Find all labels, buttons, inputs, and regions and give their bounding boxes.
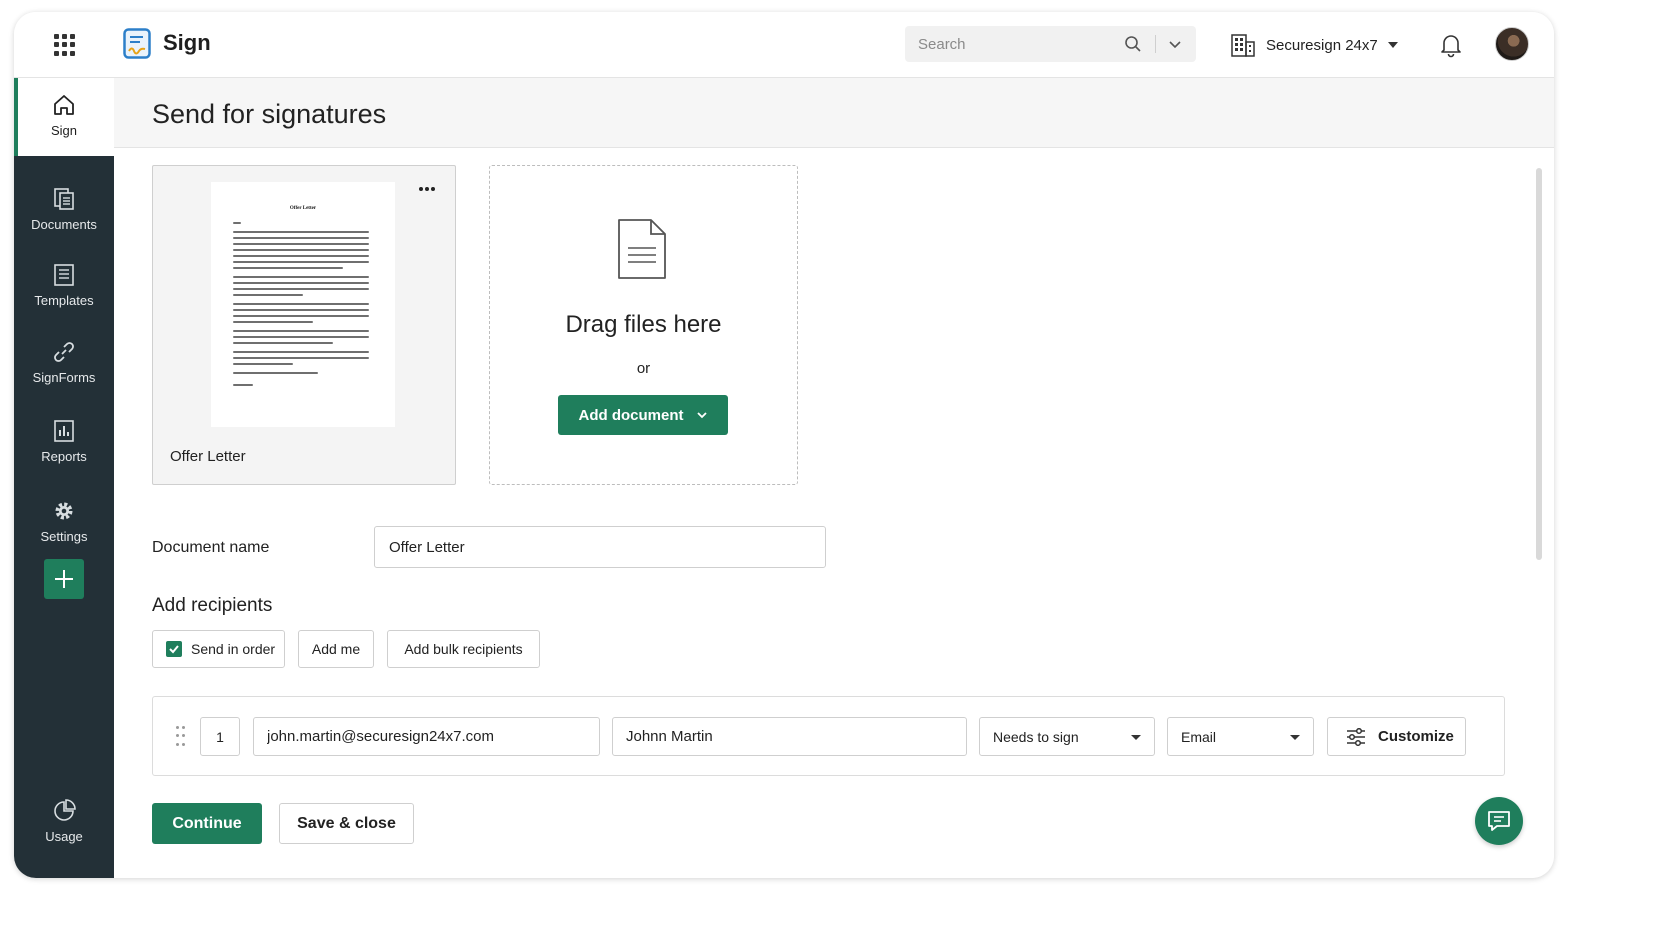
sidebar-item-sign[interactable]: Sign (14, 78, 114, 156)
file-dropzone[interactable]: Drag files here or Add document (489, 165, 798, 485)
chat-icon (1488, 811, 1510, 831)
add-me-button[interactable]: Add me (298, 630, 374, 668)
main-content: Send for signatures Offer Letter Offer L… (114, 78, 1554, 878)
sidebar-item-settings[interactable]: Settings (14, 484, 114, 554)
app-window: Sign Securesign 24x7 (14, 12, 1554, 878)
send-in-order-checkbox[interactable]: Send in order (152, 630, 285, 668)
link-icon (54, 342, 74, 362)
sign-logo-icon (123, 28, 151, 59)
save-and-close-button[interactable]: Save & close (279, 803, 414, 844)
recipient-order-input[interactable] (200, 717, 240, 756)
templates-icon (54, 264, 74, 286)
sidebar-item-label: Settings (40, 529, 88, 544)
search-divider (1155, 35, 1156, 53)
thumbnail-title: Offer Letter (289, 206, 317, 211)
create-button[interactable] (44, 559, 84, 599)
sidebar-item-label: Sign (50, 123, 78, 138)
document-name-label: Document name (152, 539, 270, 556)
plus-icon (55, 570, 73, 588)
recipient-email-input[interactable] (253, 717, 600, 756)
document-card[interactable]: Offer Letter Offer Letter (152, 165, 456, 485)
avatar[interactable] (1495, 27, 1529, 61)
top-bar: Sign Securesign 24x7 (14, 12, 1554, 78)
app-launcher-icon[interactable] (54, 34, 76, 56)
document-thumbnail: Offer Letter (211, 182, 395, 427)
page-header: Send for signatures (114, 78, 1554, 148)
add-document-button[interactable]: Add document (558, 395, 728, 435)
recipient-role-select[interactable]: Needs to sign (979, 717, 1155, 756)
org-switcher[interactable]: Securesign 24x7 (1230, 30, 1398, 60)
sidebar-item-label: Documents (31, 217, 97, 232)
add-document-label: Add document (578, 406, 684, 424)
search-bar (905, 26, 1196, 62)
caret-down-icon (1387, 42, 1398, 48)
recipient-role-value: Needs to sign (993, 728, 1079, 745)
add-bulk-recipients-button[interactable]: Add bulk recipients (387, 630, 540, 668)
recipient-name-input[interactable] (612, 717, 967, 756)
bell-icon[interactable] (1439, 32, 1463, 58)
sidebar-item-documents[interactable]: Documents (14, 172, 114, 242)
delivery-method-select[interactable]: Email (1167, 717, 1314, 756)
send-in-order-label: Send in order (191, 641, 276, 657)
sidebar-item-reports[interactable]: Reports (14, 404, 114, 474)
sidebar-item-templates[interactable]: Templates (14, 248, 114, 318)
gear-icon (55, 502, 73, 520)
customize-label: Customize (1378, 728, 1454, 745)
chat-button[interactable] (1475, 797, 1523, 845)
document-name-input[interactable] (374, 526, 826, 568)
checkbox-checked-icon (166, 641, 182, 657)
drag-handle-icon[interactable] (176, 726, 186, 748)
file-icon (618, 219, 666, 279)
recipients-heading: Add recipients (152, 595, 273, 616)
app-title: Sign (163, 30, 211, 55)
caret-down-icon (1131, 735, 1141, 740)
continue-button[interactable]: Continue (152, 803, 262, 844)
reports-icon (54, 420, 74, 442)
org-name: Securesign 24x7 (1266, 36, 1378, 54)
delivery-method-value: Email (1181, 728, 1217, 745)
add-bulk-label: Add bulk recipients (404, 641, 523, 657)
more-options-icon[interactable] (419, 184, 437, 194)
document-card-name: Offer Letter (170, 448, 246, 465)
recipient-row: Needs to sign Email Customize (152, 696, 1505, 776)
search-icon[interactable] (1123, 34, 1143, 54)
usage-icon (54, 799, 76, 821)
sidebar-item-usage[interactable]: Usage (14, 784, 114, 854)
sidebar-item-label: Templates (34, 293, 94, 308)
sidebar-item-label: SignForms (32, 370, 96, 385)
home-icon (54, 95, 74, 115)
dropzone-or: or (636, 360, 651, 377)
chevron-down-icon[interactable] (1165, 34, 1185, 54)
add-me-label: Add me (311, 641, 361, 657)
sidebar-item-label: Usage (45, 829, 83, 844)
customize-button[interactable]: Customize (1327, 717, 1466, 756)
vertical-scrollbar[interactable] (1536, 168, 1542, 560)
building-icon (1231, 34, 1255, 57)
chevron-down-icon (696, 412, 707, 419)
caret-down-icon (1290, 735, 1300, 740)
page-title: Send for signatures (152, 99, 387, 129)
sidebar-item-signforms[interactable]: SignForms (14, 325, 114, 395)
sliders-icon (1347, 727, 1365, 746)
sidebar-item-label: Reports (41, 449, 87, 464)
search-input[interactable] (905, 26, 1115, 62)
sidebar: Sign Documents Templates SignForms Repor… (14, 78, 114, 878)
documents-icon (54, 188, 74, 210)
dropzone-title: Drag files here (565, 311, 722, 338)
